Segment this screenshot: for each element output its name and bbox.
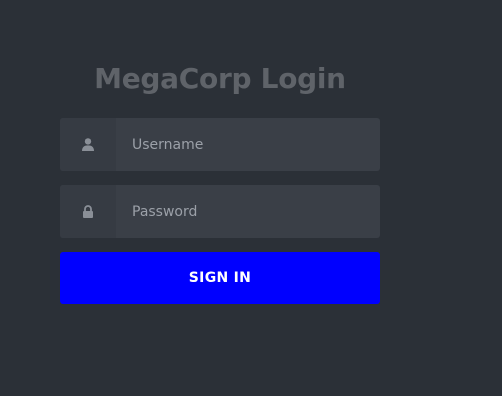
username-field-group	[60, 118, 380, 171]
username-input[interactable]	[116, 118, 380, 171]
user-icon	[60, 118, 116, 171]
sign-in-button[interactable]: SIGN IN	[60, 252, 380, 304]
password-input[interactable]	[116, 185, 380, 238]
lock-icon	[60, 185, 116, 238]
password-field-group	[60, 185, 380, 238]
login-title: MegaCorp Login	[94, 62, 346, 95]
